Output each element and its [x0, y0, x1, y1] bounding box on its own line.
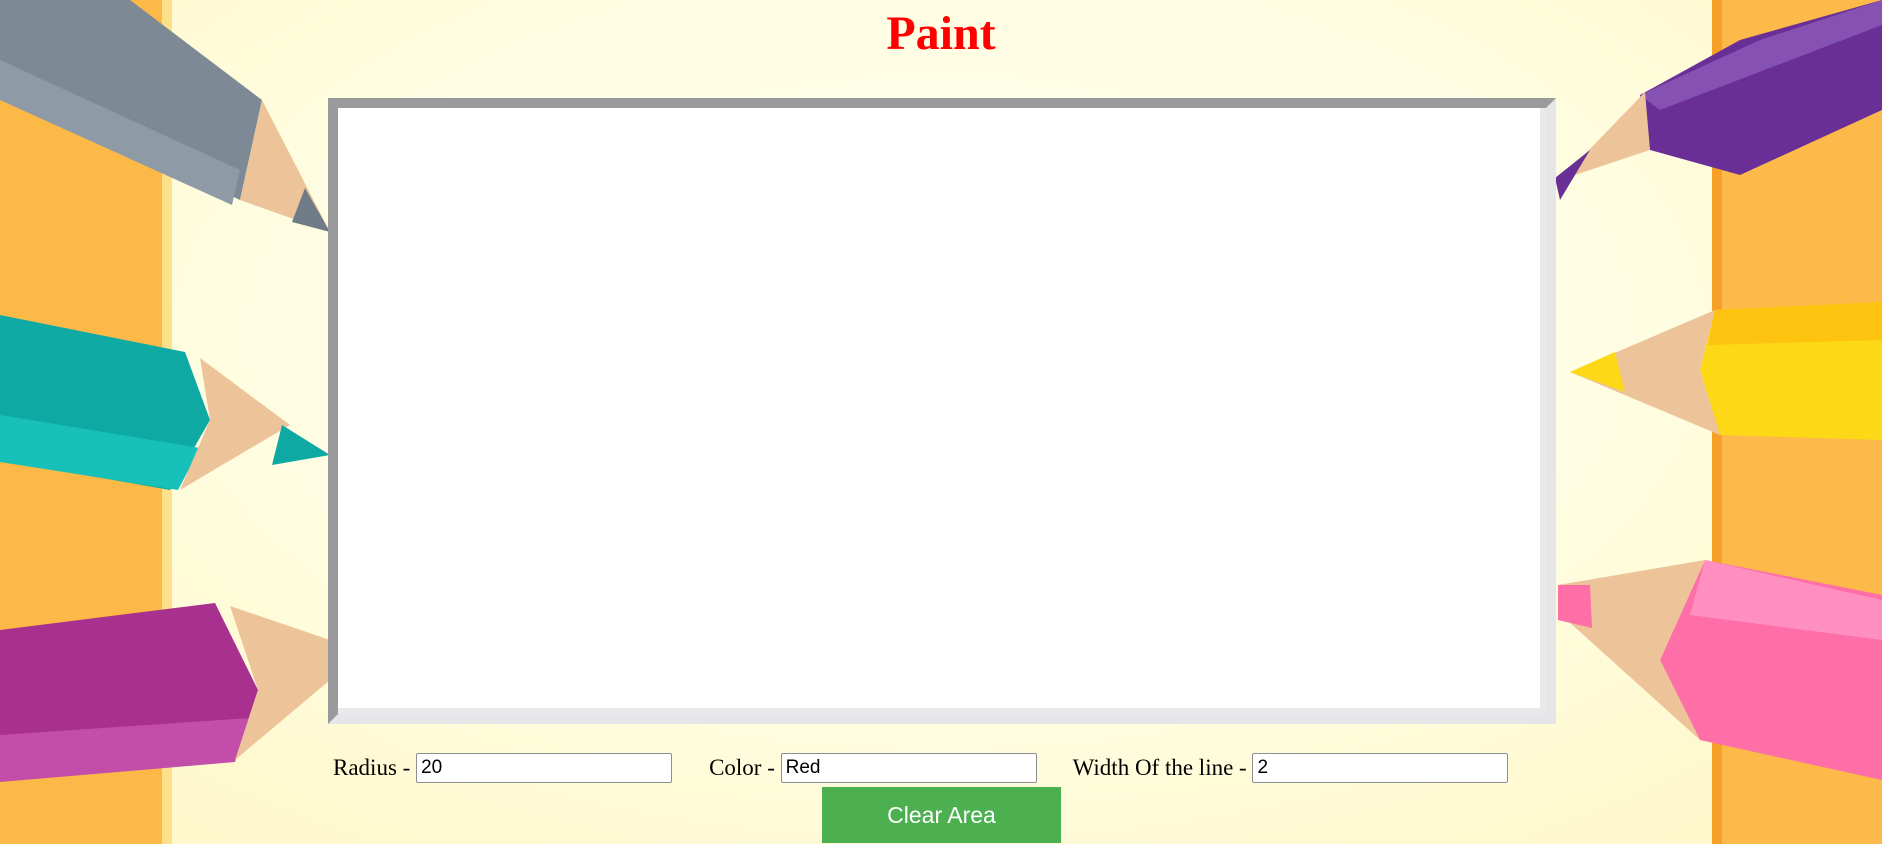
line-width-control: Width Of the line -	[1073, 753, 1509, 783]
line-width-label: Width Of the line -	[1072, 755, 1253, 780]
clear-area-button[interactable]: Clear Area	[822, 787, 1061, 843]
pencil-yellow-icon	[1570, 302, 1882, 440]
radius-input[interactable]	[416, 753, 673, 783]
color-input[interactable]	[780, 753, 1037, 783]
color-control: Color -	[709, 753, 1037, 783]
drawing-canvas[interactable]	[328, 98, 1556, 724]
line-width-input[interactable]	[1252, 753, 1509, 783]
pencil-magenta-icon	[0, 603, 330, 782]
brush-controls: Radius - Color - Width Of the line -	[333, 753, 1509, 783]
color-label: Color -	[709, 755, 781, 780]
page-title: Paint	[886, 7, 996, 60]
radius-label: Radius -	[333, 755, 417, 780]
radius-control: Radius -	[333, 753, 673, 783]
